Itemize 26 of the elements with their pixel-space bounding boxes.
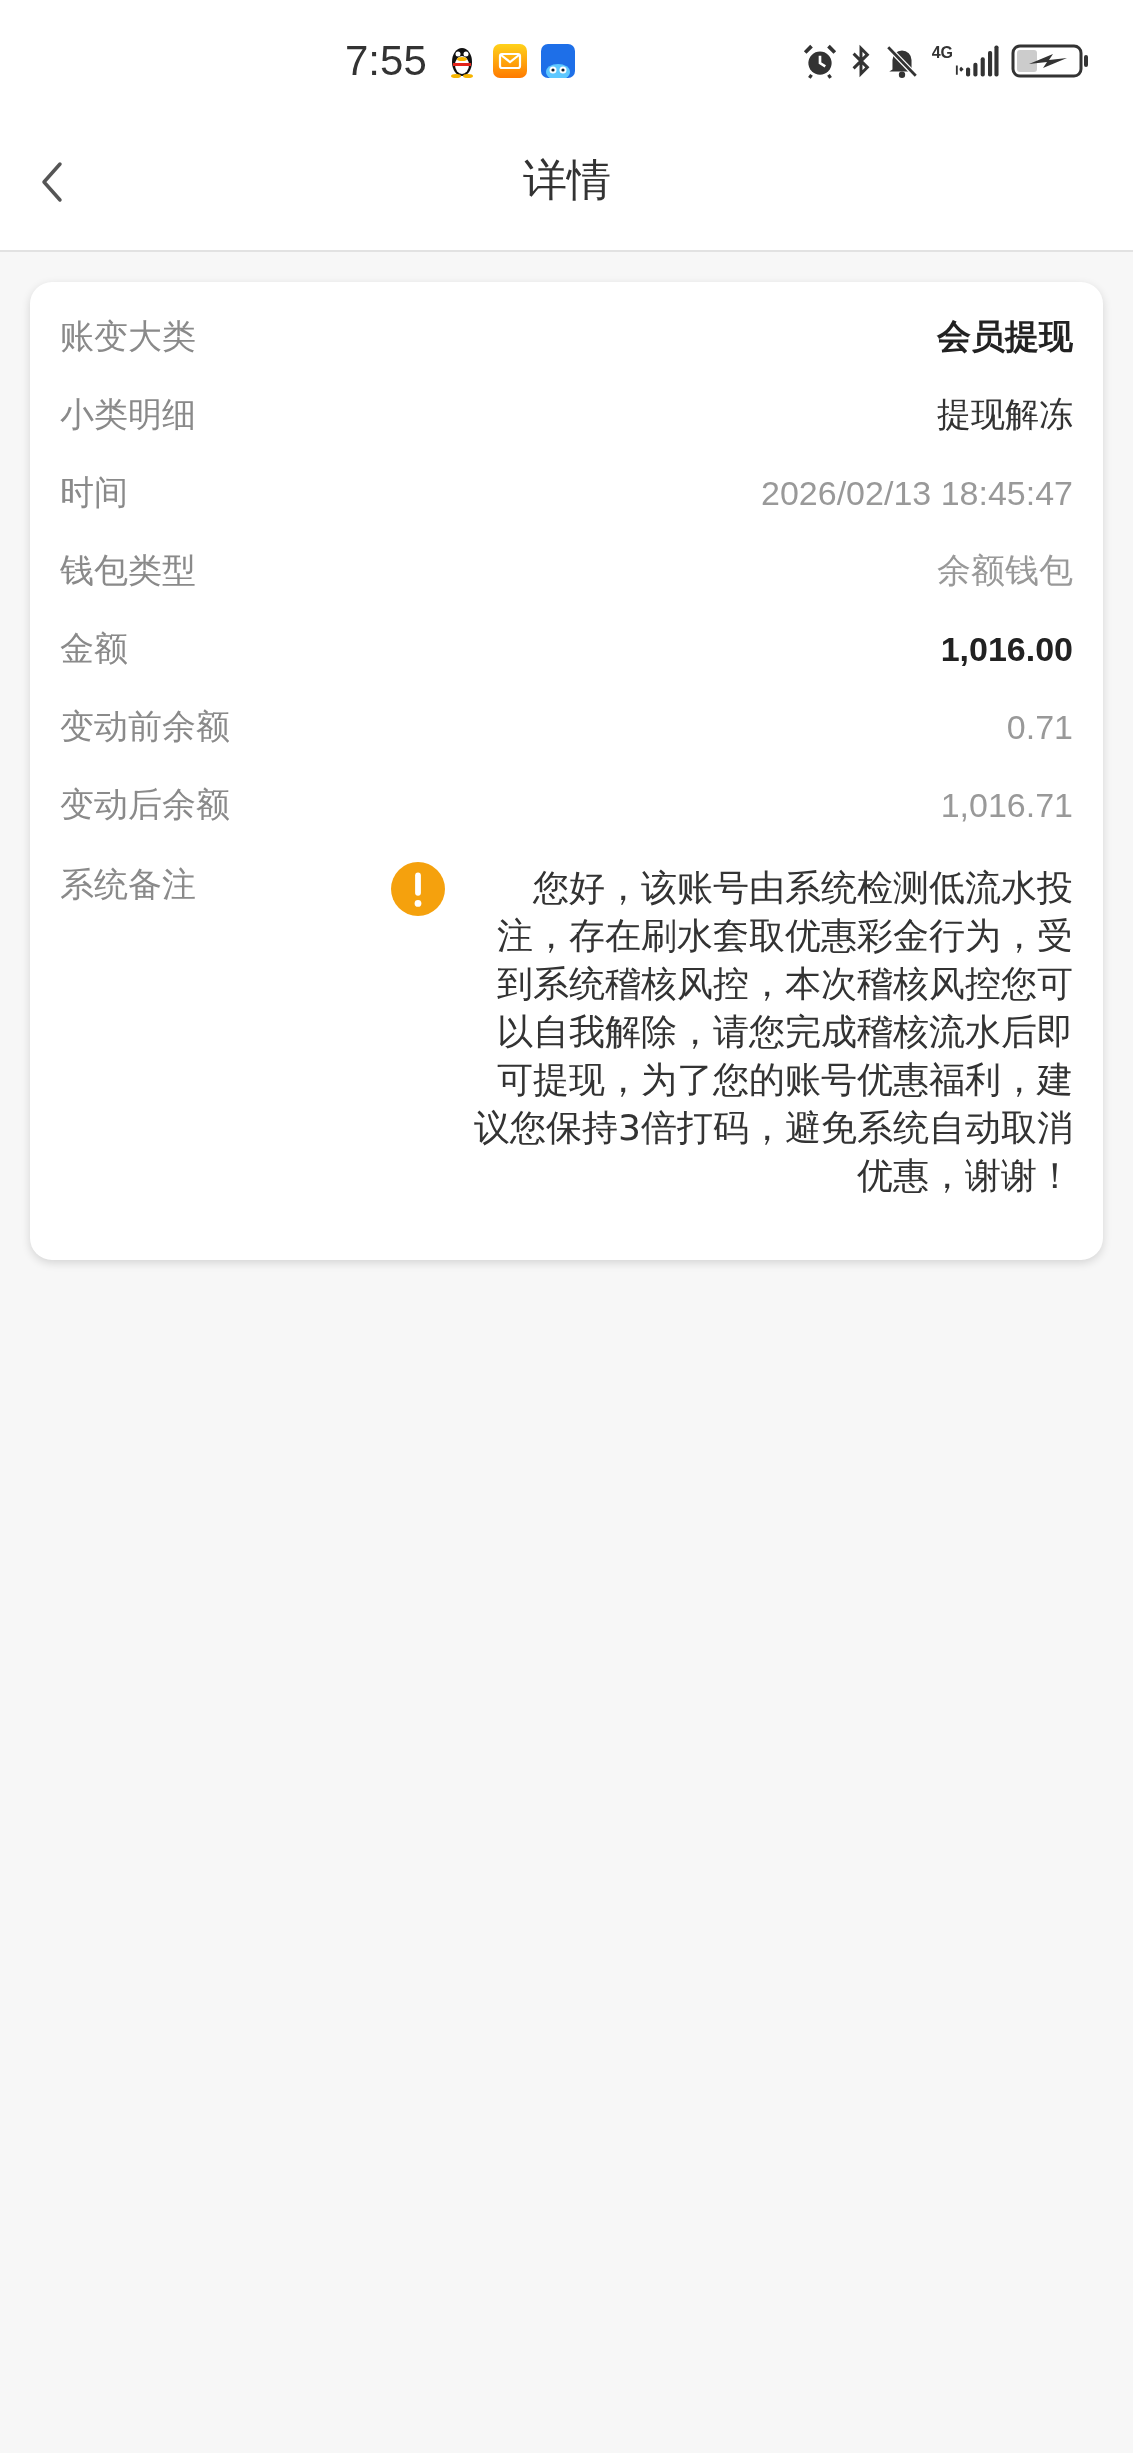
alarm-icon	[801, 43, 838, 79]
signal-icon	[955, 44, 999, 78]
network-type: 4G	[931, 45, 953, 61]
detail-label: 时间	[60, 471, 128, 514]
detail-value: 会员提现	[937, 316, 1073, 357]
detail-value: 1,016.00	[940, 629, 1073, 669]
detail-value: 提现解冻	[937, 394, 1073, 435]
charging-battery-icon	[1011, 44, 1091, 78]
detail-value: 1,016.71	[940, 785, 1073, 825]
detail-value: 余额钱包	[937, 550, 1073, 591]
detail-label: 账变大类	[60, 315, 196, 358]
page-title: 详情	[522, 152, 611, 207]
detail-label: 变动前余额	[60, 705, 230, 748]
status-time: 7:55	[345, 37, 427, 85]
detail-label: 变动后余额	[60, 783, 230, 826]
car-app-icon	[540, 44, 575, 78]
detail-value: 0.71	[1006, 707, 1073, 747]
detail-label: 小类明细	[60, 393, 196, 436]
mail-app-icon	[492, 44, 527, 78]
back-icon[interactable]	[40, 160, 64, 204]
remark-text: 您好，该账号由系统检测低流水投注，存在刷水套取优惠彩金行为，受到系统稽核风控，本次稽核风控您可以自我解除，请您完成稽核流水后即可提现，为了您的账号优惠福利，建议您保持3倍打码，避免系统自动取消优惠，谢谢！	[473, 866, 1073, 1198]
detail-value: 2026/02/13 18:45:47	[761, 473, 1073, 513]
detail-label: 系统备注	[60, 863, 196, 906]
detail-label: 金额	[60, 627, 128, 670]
warning-icon	[391, 862, 445, 916]
detail-label: 钱包类型	[60, 549, 196, 592]
